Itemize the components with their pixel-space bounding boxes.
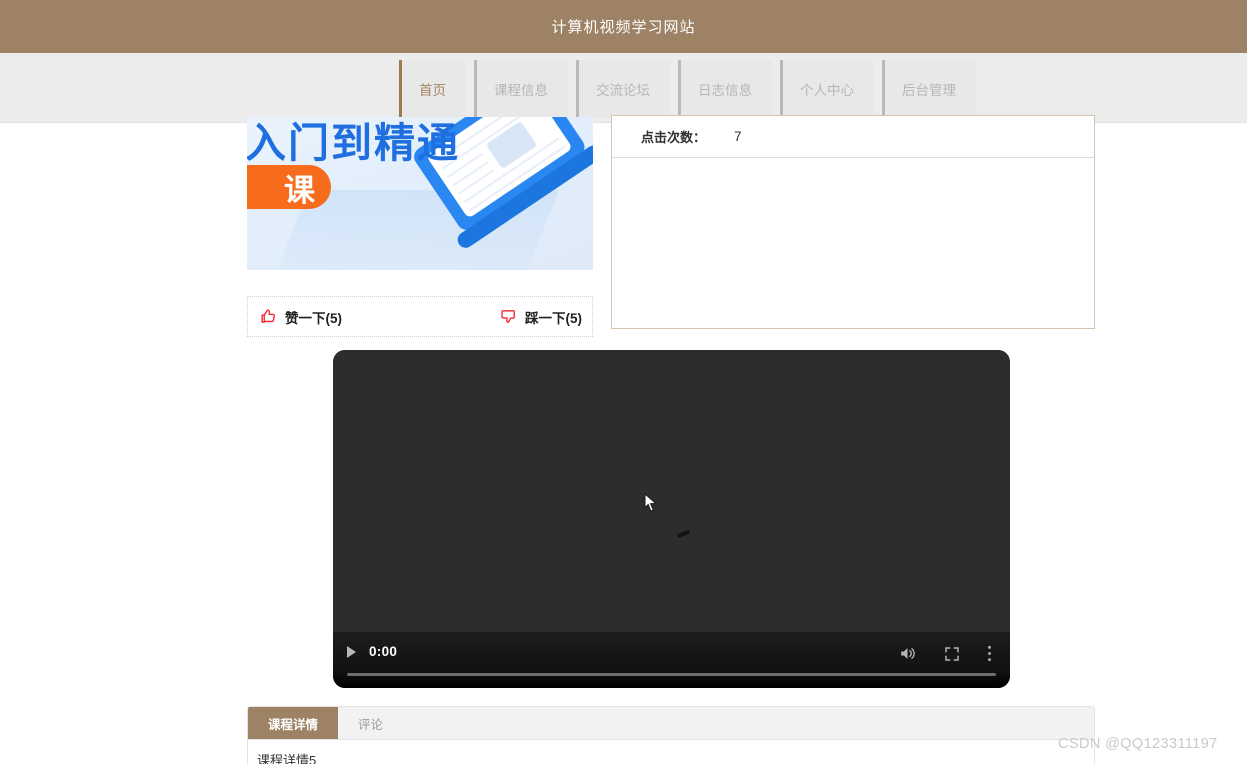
nav-label: 日志信息 <box>698 83 752 98</box>
click-count-value: 7 <box>734 129 742 144</box>
nav-item-course-info[interactable]: 课程信息 <box>474 60 568 118</box>
page-root: 计算机视频学习网站 首页 课程信息 交流论坛 日志信息 个人中心 后台管理 入门… <box>0 0 1247 764</box>
video-controls: 0:00 <box>333 632 1010 688</box>
nav-item-personal-center[interactable]: 个人中心 <box>780 60 874 118</box>
video-controls-left: 0:00 <box>347 644 397 659</box>
loading-spinner <box>676 529 691 539</box>
volume-icon[interactable] <box>898 644 917 663</box>
detail-tab-bar: 课程详情 评论 <box>248 707 1094 740</box>
play-icon[interactable] <box>347 645 356 658</box>
nav-label: 课程信息 <box>494 83 548 98</box>
nav-items: 首页 课程信息 交流论坛 日志信息 个人中心 后台管理 <box>399 60 984 118</box>
nav-item-forum[interactable]: 交流论坛 <box>576 60 670 118</box>
like-button[interactable]: 赞一下(5) <box>260 307 342 327</box>
tab-label: 评论 <box>358 717 384 732</box>
course-info-panel: 点击次数： 7 <box>611 115 1095 329</box>
nav-item-admin[interactable]: 后台管理 <box>882 60 976 118</box>
course-detail-text: 课程详情5 <box>257 753 317 764</box>
nav-item-logs[interactable]: 日志信息 <box>678 60 772 118</box>
tab-divider <box>678 60 681 118</box>
thumbs-up-icon <box>261 309 275 323</box>
video-stage[interactable] <box>333 350 1010 632</box>
nav-label: 后台管理 <box>902 83 956 98</box>
active-indicator <box>399 60 402 118</box>
fullscreen-icon[interactable] <box>943 645 961 663</box>
like-label: 赞一下(5) <box>285 310 342 326</box>
main-navigation: 首页 课程信息 交流论坛 日志信息 个人中心 后台管理 <box>0 53 1247 123</box>
watermark: CSDN @QQ123311197 <box>1058 736 1218 752</box>
video-controls-right <box>898 644 992 663</box>
dislike-label: 踩一下(5) <box>525 310 582 326</box>
nav-label: 交流论坛 <box>596 83 650 98</box>
vote-bar: 赞一下(5) 踩一下(5) <box>247 296 593 337</box>
tab-label: 课程详情 <box>268 717 319 732</box>
nav-label: 个人中心 <box>800 83 854 98</box>
more-options-icon[interactable] <box>987 644 992 663</box>
tab-divider <box>576 60 579 118</box>
content-area: 入门到精通 课 赞一下(5) 踩一下(5) 点击次数： 7 0:00 课程详情 … <box>0 115 1247 764</box>
video-player[interactable]: 0:00 <box>333 350 1010 688</box>
click-count-label: 点击次数： <box>641 130 707 145</box>
nav-label: 首页 <box>419 83 446 98</box>
tab-comments[interactable]: 评论 <box>338 707 403 739</box>
dislike-button[interactable]: 踩一下(5) <box>500 307 582 327</box>
site-header: 计算机视频学习网站 <box>0 0 1247 53</box>
site-title: 计算机视频学习网站 <box>551 19 696 36</box>
tab-divider <box>882 60 885 118</box>
video-progress-bar[interactable] <box>347 673 996 676</box>
nav-item-home[interactable]: 首页 <box>399 60 466 118</box>
tab-divider <box>780 60 783 118</box>
tab-course-detail[interactable]: 课程详情 <box>248 707 339 739</box>
thumbs-down-icon <box>501 310 515 323</box>
thumbnail-title-text: 入门到精通 <box>247 120 460 166</box>
click-count-row: 点击次数： 7 <box>612 116 1094 158</box>
tab-divider <box>474 60 477 118</box>
thumbnail-badge: 课 <box>247 165 331 209</box>
course-card: 入门到精通 课 赞一下(5) 踩一下(5) <box>247 117 593 337</box>
video-current-time: 0:00 <box>369 644 398 659</box>
course-detail-panel: 课程详情 评论 课程详情5 <box>247 706 1095 764</box>
course-thumbnail-image[interactable]: 入门到精通 课 <box>247 117 593 270</box>
